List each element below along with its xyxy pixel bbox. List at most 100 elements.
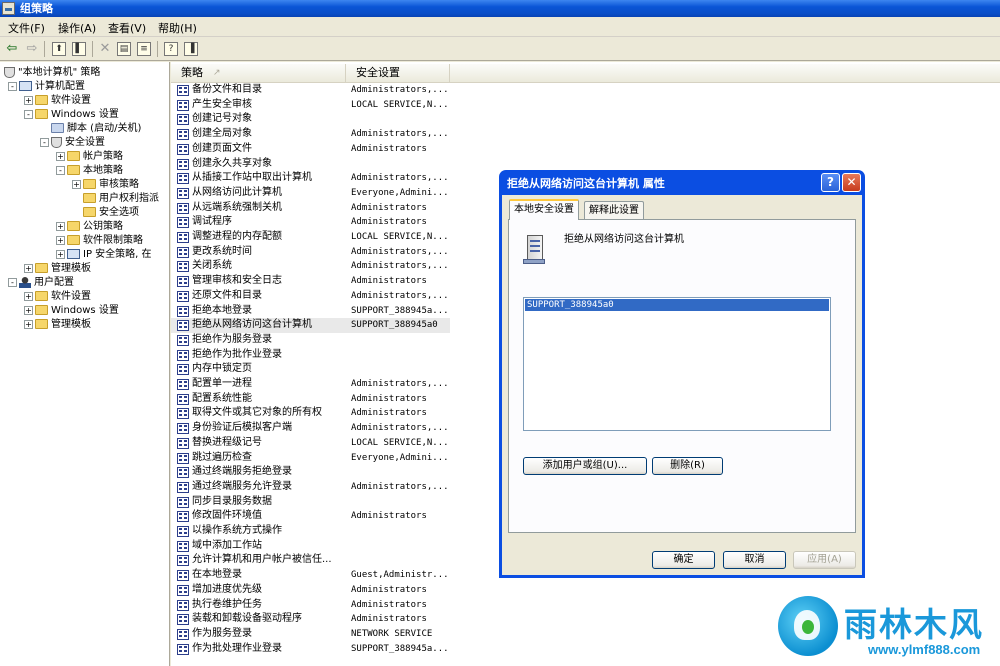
menu-help[interactable]: 帮助(H) bbox=[158, 20, 197, 36]
menu-view[interactable]: 查看(V) bbox=[108, 20, 146, 36]
folder-icon bbox=[67, 221, 80, 231]
tree-item-user-software-settings[interactable]: + 软件设置 bbox=[24, 290, 91, 304]
tree-item-software-restriction[interactable]: + 软件限制策略 bbox=[56, 234, 143, 248]
column-header-setting[interactable]: 安全设置 bbox=[346, 64, 450, 82]
expand-icon[interactable]: + bbox=[24, 319, 33, 329]
help-icon[interactable]: ? bbox=[164, 42, 178, 56]
policy-name: 配置单一进程 bbox=[192, 378, 252, 389]
policy-name: 管理审核和安全日志 bbox=[192, 275, 282, 287]
expand-icon[interactable]: + bbox=[24, 305, 33, 315]
apply-button[interactable]: 应用(A) bbox=[793, 551, 856, 569]
policy-name: 从网络访问此计算机 bbox=[192, 186, 282, 198]
help-button[interactable]: ? bbox=[821, 173, 840, 192]
tree-item-user-windows-settings[interactable]: + Windows 设置 bbox=[24, 304, 119, 318]
collapse-icon[interactable]: - bbox=[24, 109, 33, 119]
tree-item-label: 安全选项 bbox=[99, 207, 139, 218]
expand-icon[interactable]: + bbox=[24, 95, 33, 105]
cancel-button[interactable]: 取消 bbox=[723, 551, 786, 569]
tree-item-user-config[interactable]: - 用户配置 bbox=[8, 276, 74, 290]
toolbar-separator bbox=[44, 41, 45, 57]
collapse-icon[interactable]: - bbox=[56, 165, 65, 175]
remove-button[interactable]: 删除(R) bbox=[652, 457, 723, 475]
tree-item-security-options[interactable]: 安全选项 bbox=[72, 206, 139, 220]
tree-item-windows-settings[interactable]: - Windows 设置 bbox=[24, 108, 119, 122]
list-item[interactable]: SUPPORT_388945a0 bbox=[525, 299, 829, 311]
expand-icon[interactable]: + bbox=[72, 179, 81, 189]
tab-explain-setting[interactable]: 解释此设置 bbox=[584, 201, 644, 219]
tree-item-software-settings[interactable]: + 软件设置 bbox=[24, 94, 91, 108]
tree-item-public-key-policies[interactable]: + 公钥策略 bbox=[56, 220, 123, 234]
tree-item-local-policies[interactable]: - 本地策略 bbox=[56, 164, 123, 178]
tree-item-label: Windows 设置 bbox=[51, 305, 119, 316]
sort-arrow-icon: ↗ bbox=[213, 68, 221, 78]
menu-action[interactable]: 操作(A) bbox=[58, 20, 96, 36]
tree-item-computer-config[interactable]: - 计算机配置 bbox=[8, 80, 85, 94]
policy-heading: 拒绝从网络访问这台计算机 bbox=[564, 234, 684, 245]
policy-item-icon bbox=[177, 584, 189, 596]
tree-item-label: 用户配置 bbox=[34, 277, 74, 288]
ip-security-icon bbox=[67, 249, 80, 259]
column-header-policy[interactable]: 策略 ↗ bbox=[171, 64, 346, 82]
export-list-icon[interactable]: ≡ bbox=[137, 42, 151, 56]
expand-icon[interactable]: + bbox=[24, 263, 33, 273]
collapse-icon[interactable]: - bbox=[8, 277, 17, 287]
expand-icon[interactable]: + bbox=[56, 235, 65, 245]
tree-item-local-computer-policy[interactable]: "本地计算机" 策略 bbox=[4, 66, 100, 80]
tab-local-security-setting[interactable]: 本地安全设置 bbox=[509, 199, 579, 220]
tree-item-label: 软件设置 bbox=[51, 291, 91, 302]
show-action-pane-icon[interactable]: ▐ bbox=[184, 42, 198, 56]
collapse-icon[interactable]: - bbox=[8, 81, 17, 91]
watermark-text: 雨林木风 bbox=[844, 605, 984, 644]
table-row[interactable]: 拒绝从网络访问这台计算机 SUPPORT_388945a0 bbox=[171, 318, 450, 333]
up-level-icon[interactable]: ⬆ bbox=[52, 42, 66, 56]
tree-item-ip-security[interactable]: + IP 安全策略, 在 bbox=[56, 248, 152, 262]
table-row[interactable]: 创建永久共享对象 bbox=[171, 157, 1000, 172]
expand-icon[interactable]: + bbox=[56, 249, 65, 259]
ok-button[interactable]: 确定 bbox=[652, 551, 715, 569]
expand-icon[interactable]: + bbox=[56, 151, 65, 161]
security-setting-value: Administrators bbox=[351, 202, 427, 213]
policy-name: 通过终端服务拒绝登录 bbox=[192, 466, 292, 478]
policy-name: 从插接工作站中取出计算机 bbox=[192, 172, 312, 184]
close-button[interactable]: ✕ bbox=[842, 173, 861, 192]
menu-bar: 文件(F) 操作(A) 查看(V) 帮助(H) bbox=[0, 17, 1000, 37]
table-row[interactable]: 创建记号对象 bbox=[171, 112, 1000, 127]
tree-item-label: 脚本 (启动/关机) bbox=[67, 123, 142, 134]
tree-item-security-settings[interactable]: - 安全设置 bbox=[40, 136, 105, 150]
policy-name: 从远端系统强制关机 bbox=[192, 201, 282, 213]
table-row[interactable]: 备份文件和目录 Administrators,... bbox=[171, 83, 1000, 98]
expand-icon[interactable]: + bbox=[24, 291, 33, 301]
user-group-list[interactable]: SUPPORT_388945a0 bbox=[523, 297, 831, 431]
tree-item-scripts[interactable]: 脚本 (启动/关机) bbox=[40, 122, 141, 136]
delete-icon[interactable]: ✕ bbox=[97, 41, 113, 57]
show-hide-tree-icon[interactable]: ▌ bbox=[72, 42, 86, 56]
add-user-or-group-button[interactable]: 添加用户或组(U)... bbox=[523, 457, 647, 475]
security-setting-value: Administrators bbox=[351, 511, 427, 522]
folder-icon bbox=[35, 95, 48, 105]
table-row[interactable]: 创建全局对象 Administrators,... bbox=[171, 127, 1000, 142]
security-setting-value: Administrators,... bbox=[351, 246, 449, 257]
tree-item-audit-policy[interactable]: + 审核策略 bbox=[72, 178, 139, 192]
policy-item-icon bbox=[177, 643, 189, 655]
policy-item-icon bbox=[177, 143, 189, 155]
security-setting-value: Administrators bbox=[351, 276, 427, 287]
expand-icon[interactable]: + bbox=[56, 221, 65, 231]
forward-arrow-icon[interactable]: ⇨ bbox=[24, 41, 40, 57]
tree-item-user-admin-templates[interactable]: + 管理模板 bbox=[24, 318, 91, 332]
tree-item-account-policies[interactable]: + 帐户策略 bbox=[56, 150, 123, 164]
tree-item-user-rights-assignment[interactable]: 用户权利指派 bbox=[72, 192, 159, 206]
collapse-icon[interactable]: - bbox=[40, 137, 49, 147]
policy-item-icon bbox=[177, 526, 189, 537]
policy-name: 调整进程的内存配额 bbox=[192, 231, 282, 242]
policy-name: 拒绝作为服务登录 bbox=[192, 333, 272, 345]
properties-icon[interactable]: ▤ bbox=[117, 42, 131, 56]
tree-item-admin-templates[interactable]: + 管理模板 bbox=[24, 262, 91, 276]
menu-file[interactable]: 文件(F) bbox=[8, 20, 45, 36]
shield-icon bbox=[51, 136, 62, 148]
back-arrow-icon[interactable]: ⇦ bbox=[4, 41, 20, 57]
policy-item-icon bbox=[177, 349, 189, 361]
table-row[interactable]: 创建页面文件 Administrators bbox=[171, 142, 1000, 157]
policy-item-icon bbox=[177, 628, 189, 640]
table-row[interactable]: 产生安全审核 LOCAL SERVICE,N... bbox=[171, 98, 1000, 113]
